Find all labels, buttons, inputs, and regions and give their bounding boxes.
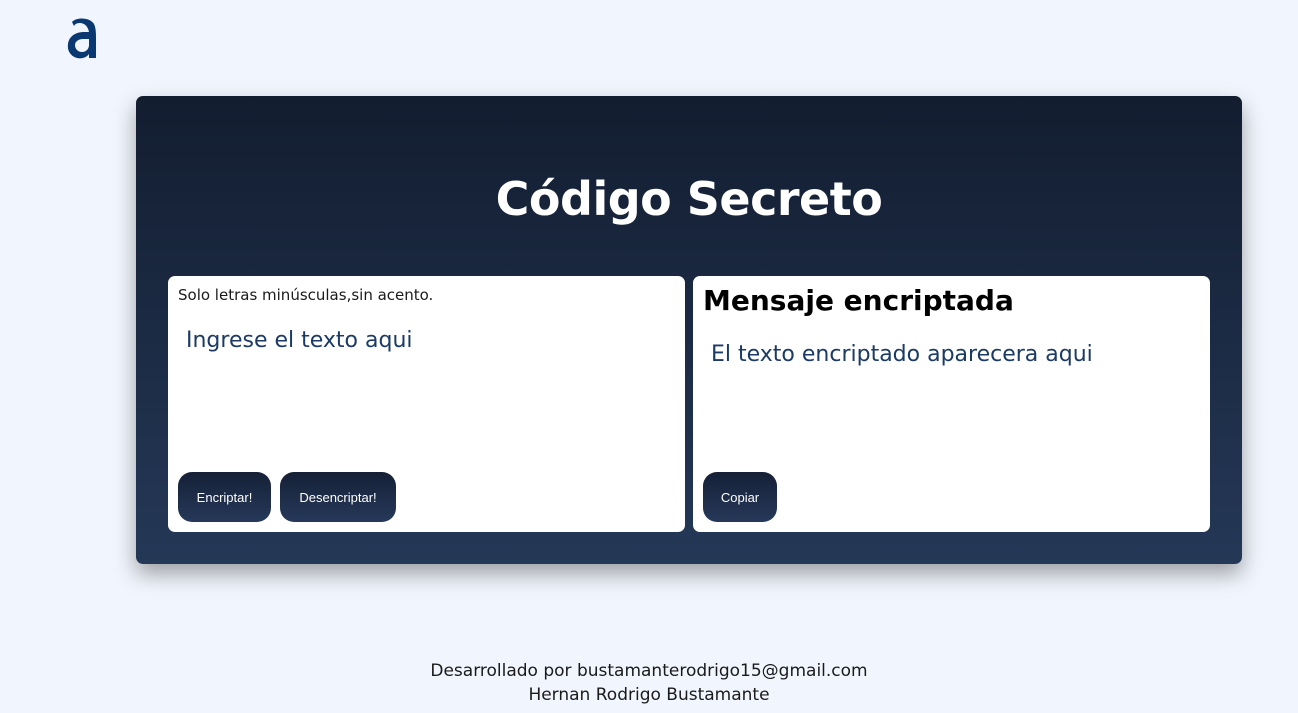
footer-author: Hernan Rodrigo Bustamante: [528, 685, 770, 705]
main-card: Código Secreto Solo letras minúsculas,si…: [136, 96, 1242, 564]
output-panel: Mensaje encriptada El texto encriptado a…: [693, 276, 1210, 532]
output-placeholder-text: El texto encriptado aparecera aqui: [711, 342, 1093, 367]
copy-button[interactable]: Copiar: [703, 472, 777, 522]
alura-logo-icon[interactable]: [66, 14, 98, 60]
footer: Desarrollado por bustamanterodrigo15@gma…: [0, 659, 1298, 707]
decrypt-button[interactable]: Desencriptar!: [280, 472, 396, 522]
output-heading: Mensaje encriptada: [703, 284, 1014, 317]
footer-credit: Desarrollado por bustamanterodrigo15@gma…: [430, 661, 868, 681]
text-input[interactable]: [176, 320, 671, 460]
page-title: Código Secreto: [495, 172, 883, 226]
input-panel: Solo letras minúsculas,sin acento. Encri…: [168, 276, 685, 532]
encrypt-button[interactable]: Encriptar!: [178, 472, 271, 522]
input-hint: Solo letras minúsculas,sin acento.: [178, 286, 434, 304]
